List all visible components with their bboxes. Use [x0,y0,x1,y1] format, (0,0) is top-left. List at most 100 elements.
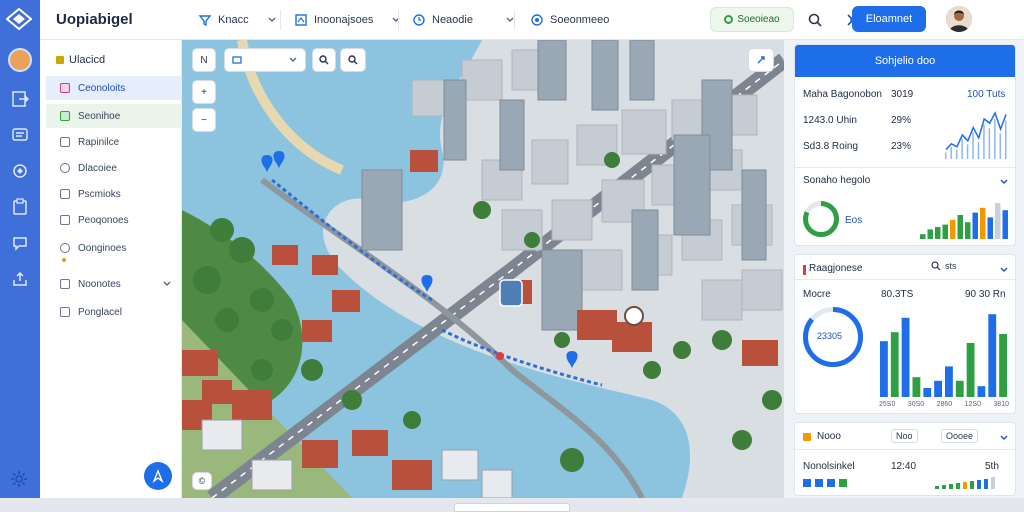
logout-icon[interactable] [11,90,30,108]
regions-bar-chart [880,314,1007,397]
bottom-tab[interactable] [454,503,570,512]
x-tick-label: 25S0 [879,401,896,408]
location-select[interactable]: Soeonmeeo [530,9,609,31]
notes-icon [803,433,811,441]
nav-rail [0,0,40,498]
clipboard-icon[interactable] [11,198,29,216]
bar-mark [945,366,953,397]
app-logo-icon[interactable] [6,8,32,30]
search-icon[interactable] [806,11,824,29]
sidebar-item-7[interactable]: Noonotes [46,272,182,296]
sidebar-item-4[interactable]: Pscmioks [46,182,182,206]
layers-icon [295,14,307,26]
locate-icon [152,469,164,483]
map-layer-icon [232,56,242,64]
regions-row-label: Mocre [803,289,831,300]
regions-action[interactable]: sts [931,261,957,271]
layers-select[interactable]: Inoonajsoes [294,9,401,31]
sidebar-item-0[interactable]: Ceonoloits [46,76,182,100]
summary-panel-header[interactable]: Sohjelio doo [795,45,1015,77]
x-tick-label: 2860 [936,401,953,408]
map-attribution: © [192,472,212,490]
notes-chip-1[interactable]: Noo [891,429,918,443]
route-icon[interactable] [11,162,29,180]
sparkline-bar [988,128,991,159]
compass-button[interactable]: N [192,48,216,72]
bar-mark [942,224,948,239]
regions-title[interactable]: Raagjonese [809,263,862,274]
notes-title[interactable]: Nooo [817,431,841,442]
item-icon [60,243,70,253]
map-layer-select[interactable] [224,48,306,72]
sidebar-item-label: Ceonoloits [78,82,126,94]
user-avatar[interactable] [946,6,972,32]
locate-button[interactable] [144,462,172,490]
item-icon [60,137,70,147]
map-view[interactable]: N + − © [182,40,784,498]
donut-chart [803,201,839,237]
bar-mark [934,380,942,397]
summary-panel: Sohjelio doo Maha Bagonobon 3019 100 Tut… [794,44,1016,246]
chevron-down-icon[interactable] [999,433,1009,443]
zoom-out-label: − [201,114,207,126]
chevron-down-icon[interactable] [999,265,1009,275]
settings-gear-icon[interactable] [10,470,28,488]
compass-label: N [200,54,208,66]
item-icon [60,279,70,289]
pin-icon [531,14,543,26]
sidebar-item-5[interactable]: Peoqonoes [46,208,182,232]
bar-mark [890,332,899,397]
map-search-button[interactable] [312,48,336,72]
notification-dot [62,258,66,262]
bar-mark [957,215,963,239]
sidebar-item-3[interactable]: Dlacoiee [46,156,182,180]
sidebar-item-2[interactable]: Rapinilce [46,130,182,154]
sidebar-item-1[interactable]: Seonihoe [46,104,182,128]
attribution-text: © [198,476,206,486]
zoom-in-button[interactable]: + [192,80,216,104]
city-map[interactable] [182,40,784,498]
zoom-out-button[interactable]: − [192,108,216,132]
filter-select[interactable]: Knacc [198,9,277,31]
bar-mark [920,234,926,239]
sidebar-title: Ulacicd [56,54,105,66]
section-title[interactable]: Sonaho hegolo [803,175,870,186]
zoom-in-label: + [201,86,207,98]
notes-mini-bars [803,479,847,487]
summary-row-0: Maha Bagonobon [803,89,882,100]
status-badge[interactable]: Soeoieao [710,7,794,32]
sidebar-item-6[interactable]: Oonginoes [46,236,182,260]
search-icon [931,261,941,271]
chevron-down-icon [163,281,171,286]
map-filter-button[interactable] [340,48,366,72]
sidebar-item-label: Ponglacel [78,306,122,318]
sparkline-chart [945,111,1007,159]
share-icon[interactable] [11,270,29,288]
notes-panel: Nooo Noo Oooee Nonolsinkel 12:40 5th [794,422,1016,496]
filter-icon [198,15,212,27]
app-title: Uopiabigel [56,11,133,28]
notes-chip-2[interactable]: Oooee [941,429,979,443]
time-select[interactable]: Neaodie [412,9,515,31]
sidebar-item-label: Oonginoes [78,242,127,254]
sparkline-bar [961,139,963,159]
expand-icon [757,56,765,64]
sidebar-item-8[interactable]: Ponglacel [46,300,182,324]
sidebar-item-label: Dlacoiee [78,162,117,174]
chevron-down-icon[interactable] [999,177,1009,187]
sparkline-line [945,111,1007,151]
primary-action-button[interactable]: Eloamnet [852,6,926,32]
sparkline-bar [966,144,969,159]
regions-donut-label: 23305 [817,331,843,341]
user-avatar-small[interactable] [8,48,32,72]
notes-row-value: 12:40 [891,461,917,472]
bar-mark [995,203,1001,239]
bar-mark [927,229,933,239]
status-ok-icon [724,15,734,24]
item-icon [60,163,70,173]
message-icon[interactable] [11,126,29,144]
item-icon [60,83,70,93]
fullscreen-button[interactable] [748,48,774,72]
sidebar-item-label: Peoqonoes [78,214,129,226]
chat-icon[interactable] [11,234,29,252]
